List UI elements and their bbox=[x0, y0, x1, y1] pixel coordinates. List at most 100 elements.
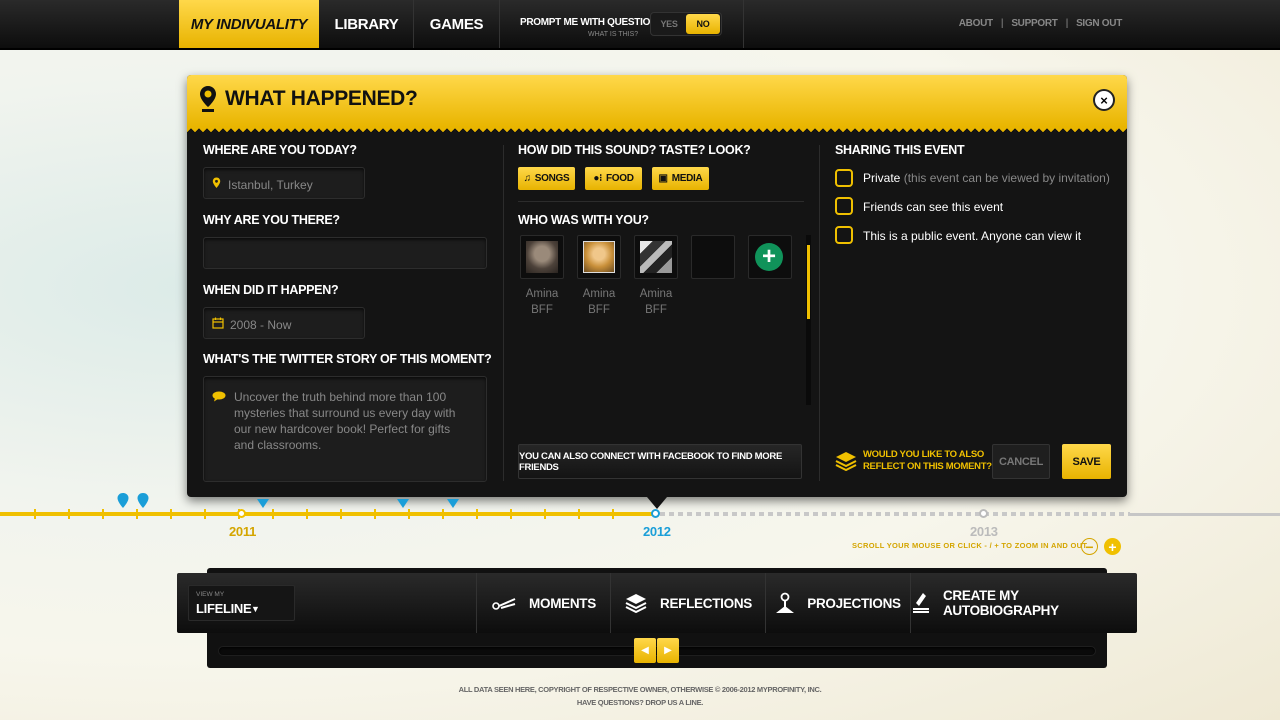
calendar-icon bbox=[212, 317, 224, 329]
close-button[interactable]: × bbox=[1095, 91, 1113, 109]
toggle-no[interactable]: NO bbox=[686, 14, 720, 34]
food-label: FOOD bbox=[605, 173, 634, 184]
avatar bbox=[640, 241, 672, 273]
layers-icon bbox=[625, 594, 647, 613]
timeline-tick bbox=[68, 509, 70, 519]
timeline-future[interactable] bbox=[660, 512, 1130, 516]
footer: ALL DATA SEEN HERE, COPYRIGHT OF RESPECT… bbox=[0, 683, 1280, 709]
reason-input[interactable] bbox=[203, 237, 487, 269]
camera-icon: ▣ bbox=[658, 173, 668, 184]
public-option-label: This is a public event. Anyone can view … bbox=[863, 229, 1082, 243]
location-input[interactable]: Istanbul, Turkey bbox=[203, 167, 365, 199]
timeline-tick bbox=[102, 509, 104, 519]
media-button[interactable]: ▣ MEDIA bbox=[652, 167, 709, 190]
column-divider bbox=[503, 145, 504, 481]
public-checkbox[interactable] bbox=[835, 226, 853, 244]
event-marker-icon[interactable] bbox=[397, 499, 409, 509]
copyright-text: ALL DATA SEEN HERE, COPYRIGHT OF RESPECT… bbox=[458, 685, 822, 694]
prompt-section: PROMPT ME WITH QUESTIONS WHAT IS THIS? Y… bbox=[500, 0, 744, 48]
friends-scroll-thumb[interactable] bbox=[807, 245, 810, 319]
event-marker-icon[interactable] bbox=[447, 499, 459, 509]
moments-icon bbox=[492, 598, 516, 610]
zoom-out-button[interactable]: − bbox=[1081, 538, 1098, 555]
bottom-nav-bar: VIEW MY LIFELINE ▼ MOMENTS REFLECTIONS P… bbox=[177, 573, 1137, 633]
friend-avatar[interactable] bbox=[520, 235, 564, 279]
friend-avatar[interactable] bbox=[577, 235, 621, 279]
timeline-tick bbox=[442, 509, 444, 519]
friends-checkbox[interactable] bbox=[835, 197, 853, 215]
add-friend-button[interactable]: + bbox=[755, 243, 783, 271]
nav-moments[interactable]: MOMENTS bbox=[476, 573, 610, 633]
nav-reflections[interactable]: REFLECTIONS bbox=[610, 573, 765, 633]
private-option-label: Private (this event can be viewed by inv… bbox=[863, 171, 1110, 185]
prompt-help-link[interactable]: WHAT IS THIS? bbox=[588, 31, 638, 38]
friend-avatar[interactable] bbox=[634, 235, 678, 279]
date-value: 2008 - Now bbox=[230, 318, 292, 332]
year-label-2012[interactable]: 2012 bbox=[643, 524, 671, 539]
empty-friend-slot[interactable] bbox=[691, 235, 735, 279]
nav-games[interactable]: GAMES bbox=[414, 0, 500, 48]
year-marker-2011[interactable] bbox=[237, 509, 246, 518]
timeline-past[interactable] bbox=[0, 512, 655, 516]
nav-library[interactable]: LIBRARY bbox=[320, 0, 414, 48]
facebook-connect-button[interactable]: YOU CAN ALSO CONNECT WITH FACEBOOK TO FI… bbox=[518, 444, 802, 479]
friend-name: Amina BFF bbox=[582, 288, 616, 316]
sign-out-link[interactable]: SIGN OUT bbox=[1076, 18, 1122, 29]
location-value: Istanbul, Turkey bbox=[228, 178, 313, 192]
view-selector-value: LIFELINE bbox=[196, 601, 252, 616]
date-input[interactable]: 2008 - Now bbox=[203, 307, 365, 339]
friend-name: Amina BFF bbox=[525, 288, 559, 316]
prompt-toggle[interactable]: YES NO bbox=[650, 12, 722, 36]
timeline-tick bbox=[408, 509, 410, 519]
when-label: WHEN DID IT HAPPEN? bbox=[203, 283, 339, 297]
timeline-tick bbox=[374, 509, 376, 519]
about-link[interactable]: ABOUT bbox=[959, 18, 993, 29]
top-bar: MY INDIVUALITY LIBRARY GAMES PROMPT ME W… bbox=[0, 0, 1280, 50]
timeline-tick bbox=[544, 509, 546, 519]
pen-icon bbox=[912, 593, 929, 613]
why-label: WHY ARE YOU THERE? bbox=[203, 213, 340, 227]
reflections-label: REFLECTIONS bbox=[660, 595, 752, 611]
nav-create-autobiography[interactable]: CREATE MY AUTOBIOGRAPHY bbox=[910, 573, 1137, 633]
zoom-in-button[interactable]: + bbox=[1104, 538, 1121, 555]
avatar bbox=[583, 241, 615, 273]
toggle-yes[interactable]: YES bbox=[651, 13, 687, 35]
event-pin-icon[interactable] bbox=[117, 493, 129, 509]
moments-label: MOMENTS bbox=[529, 595, 596, 611]
year-label-2011[interactable]: 2011 bbox=[229, 524, 256, 539]
twitter-story-input[interactable]: Uncover the truth behind more than 100 m… bbox=[203, 376, 487, 482]
view-selector-caption: VIEW MY bbox=[196, 591, 225, 598]
scroll-left-button[interactable]: ◀ bbox=[634, 638, 656, 663]
timeline-tick bbox=[510, 509, 512, 519]
zoom-hint: SCROLL YOUR MOUSE OR CLICK - / + TO ZOOM… bbox=[852, 541, 1088, 550]
food-button[interactable]: ●⁝ FOOD bbox=[585, 167, 642, 190]
contact-link[interactable]: HAVE QUESTIONS? DROP US A LINE. bbox=[0, 696, 1280, 709]
cancel-button[interactable]: CANCEL bbox=[992, 444, 1050, 479]
timeline-tick bbox=[170, 509, 172, 519]
projections-icon bbox=[776, 592, 795, 613]
separator: | bbox=[1065, 18, 1069, 29]
who-label: WHO WAS WITH YOU? bbox=[518, 213, 649, 227]
view-selector[interactable]: VIEW MY LIFELINE ▼ bbox=[188, 585, 295, 621]
brand-tab[interactable]: MY INDIVUALITY bbox=[179, 0, 319, 48]
reflect-prompt[interactable]: WOULD YOU LIKE TO ALSO REFLECT ON THIS M… bbox=[863, 449, 992, 473]
food-icon: ●⁝ bbox=[593, 173, 602, 184]
year-label-2013[interactable]: 2013 bbox=[970, 524, 998, 539]
projections-label: PROJECTIONS bbox=[807, 595, 901, 611]
section-divider bbox=[518, 201, 804, 202]
save-button[interactable]: SAVE bbox=[1062, 444, 1111, 479]
year-marker-2013[interactable] bbox=[979, 509, 988, 518]
nav-projections[interactable]: PROJECTIONS bbox=[765, 573, 910, 633]
scroll-right-button[interactable]: ▶ bbox=[657, 638, 679, 663]
friend-name: Amina BFF bbox=[639, 288, 673, 316]
songs-button[interactable]: ♫ SONGS bbox=[518, 167, 575, 190]
event-marker-icon[interactable] bbox=[257, 499, 269, 509]
year-marker-2012[interactable] bbox=[651, 509, 660, 518]
songs-label: SONGS bbox=[534, 173, 570, 184]
private-checkbox[interactable] bbox=[835, 169, 853, 187]
top-links: ABOUT | SUPPORT | SIGN OUT bbox=[959, 18, 1123, 29]
support-link[interactable]: SUPPORT bbox=[1011, 18, 1058, 29]
event-pin-icon[interactable] bbox=[137, 493, 149, 509]
media-label-text: MEDIA bbox=[671, 173, 703, 184]
speech-bubble-icon bbox=[212, 391, 226, 402]
